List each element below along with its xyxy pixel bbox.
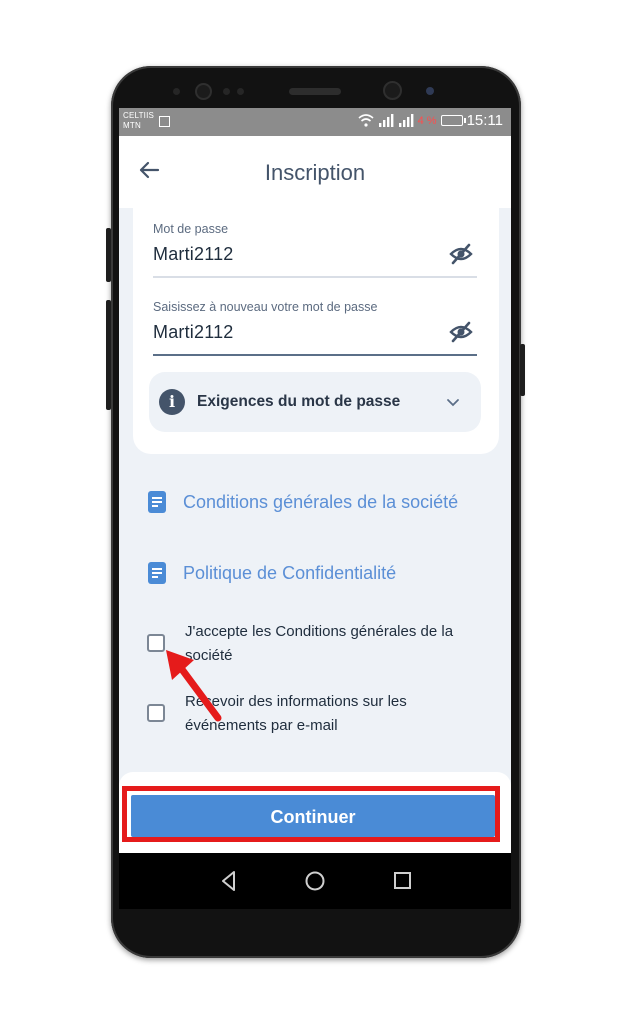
privacy-link-label: Politique de Confidentialité <box>183 562 397 583</box>
earpiece-speaker <box>289 88 341 95</box>
back-triangle-icon[interactable] <box>217 869 241 893</box>
password-card: Mot de passe Marti2112 Saisissez à nouve… <box>133 208 499 454</box>
wifi-icon <box>358 114 374 127</box>
document-icon <box>148 562 166 584</box>
app-screen: CELTIIS MTN 4 % 15:11 Inscription Mot de… <box>119 108 511 853</box>
recent-apps-icon[interactable] <box>391 869 415 893</box>
info-icon: i <box>159 389 185 415</box>
password-underline <box>153 276 477 278</box>
bixby-button <box>106 300 111 410</box>
image-notification-icon <box>159 116 170 127</box>
home-circle-icon[interactable] <box>303 869 327 893</box>
app-header: Inscription <box>119 136 511 208</box>
status-icons: 4 % 15:11 <box>358 112 503 129</box>
power-button <box>520 344 525 396</box>
status-bar: CELTIIS MTN 4 % 15:11 <box>119 108 511 136</box>
navigation-bar <box>119 853 511 909</box>
eye-off-icon[interactable] <box>449 242 473 266</box>
privacy-link[interactable]: Politique de Confidentialité <box>147 561 396 585</box>
highlight-annotation <box>122 786 500 842</box>
confirm-password-underline <box>153 354 477 356</box>
volume-button <box>106 228 111 282</box>
newsletter-label: Recevoir des informations sur les événem… <box>185 693 407 734</box>
iris-scanner <box>383 81 402 100</box>
signal-icon <box>398 114 413 127</box>
front-camera <box>195 83 212 100</box>
eye-off-icon[interactable] <box>449 320 473 344</box>
terms-link-label: Conditions générales de la société <box>183 491 459 512</box>
signal-icon <box>378 114 393 127</box>
requirements-label: Exigences du mot de passe <box>197 393 401 410</box>
terms-link[interactable]: Conditions générales de la société <box>147 490 458 514</box>
carrier-1: CELTIIS <box>123 111 155 120</box>
sensor-dot <box>223 88 230 95</box>
top-bezel <box>111 66 521 110</box>
page-title: Inscription <box>264 160 366 185</box>
carrier-label: CELTIIS MTN <box>123 111 154 131</box>
carrier-2: MTN <box>123 121 141 130</box>
document-icon <box>148 491 166 513</box>
password-input[interactable]: Marti2112 <box>153 244 234 265</box>
chevron-down-icon <box>447 399 459 407</box>
red-arrow-annotation <box>166 650 222 722</box>
sensor-dot <box>173 88 180 95</box>
clock: 15:11 <box>466 112 503 129</box>
battery-icon <box>440 115 466 126</box>
battery-percent: 4 % <box>417 114 437 127</box>
password-label: Mot de passe <box>153 222 229 236</box>
confirm-password-input[interactable]: Marti2112 <box>153 322 234 343</box>
accept-terms-label: J'accepte les Conditions générales de la… <box>185 623 454 664</box>
password-requirements-toggle[interactable]: i Exigences du mot de passe <box>149 372 481 432</box>
sensor-dot <box>426 87 434 95</box>
confirm-password-label: Saisissez à nouveau votre mot de passe <box>153 300 378 314</box>
sensor-dot <box>237 88 244 95</box>
